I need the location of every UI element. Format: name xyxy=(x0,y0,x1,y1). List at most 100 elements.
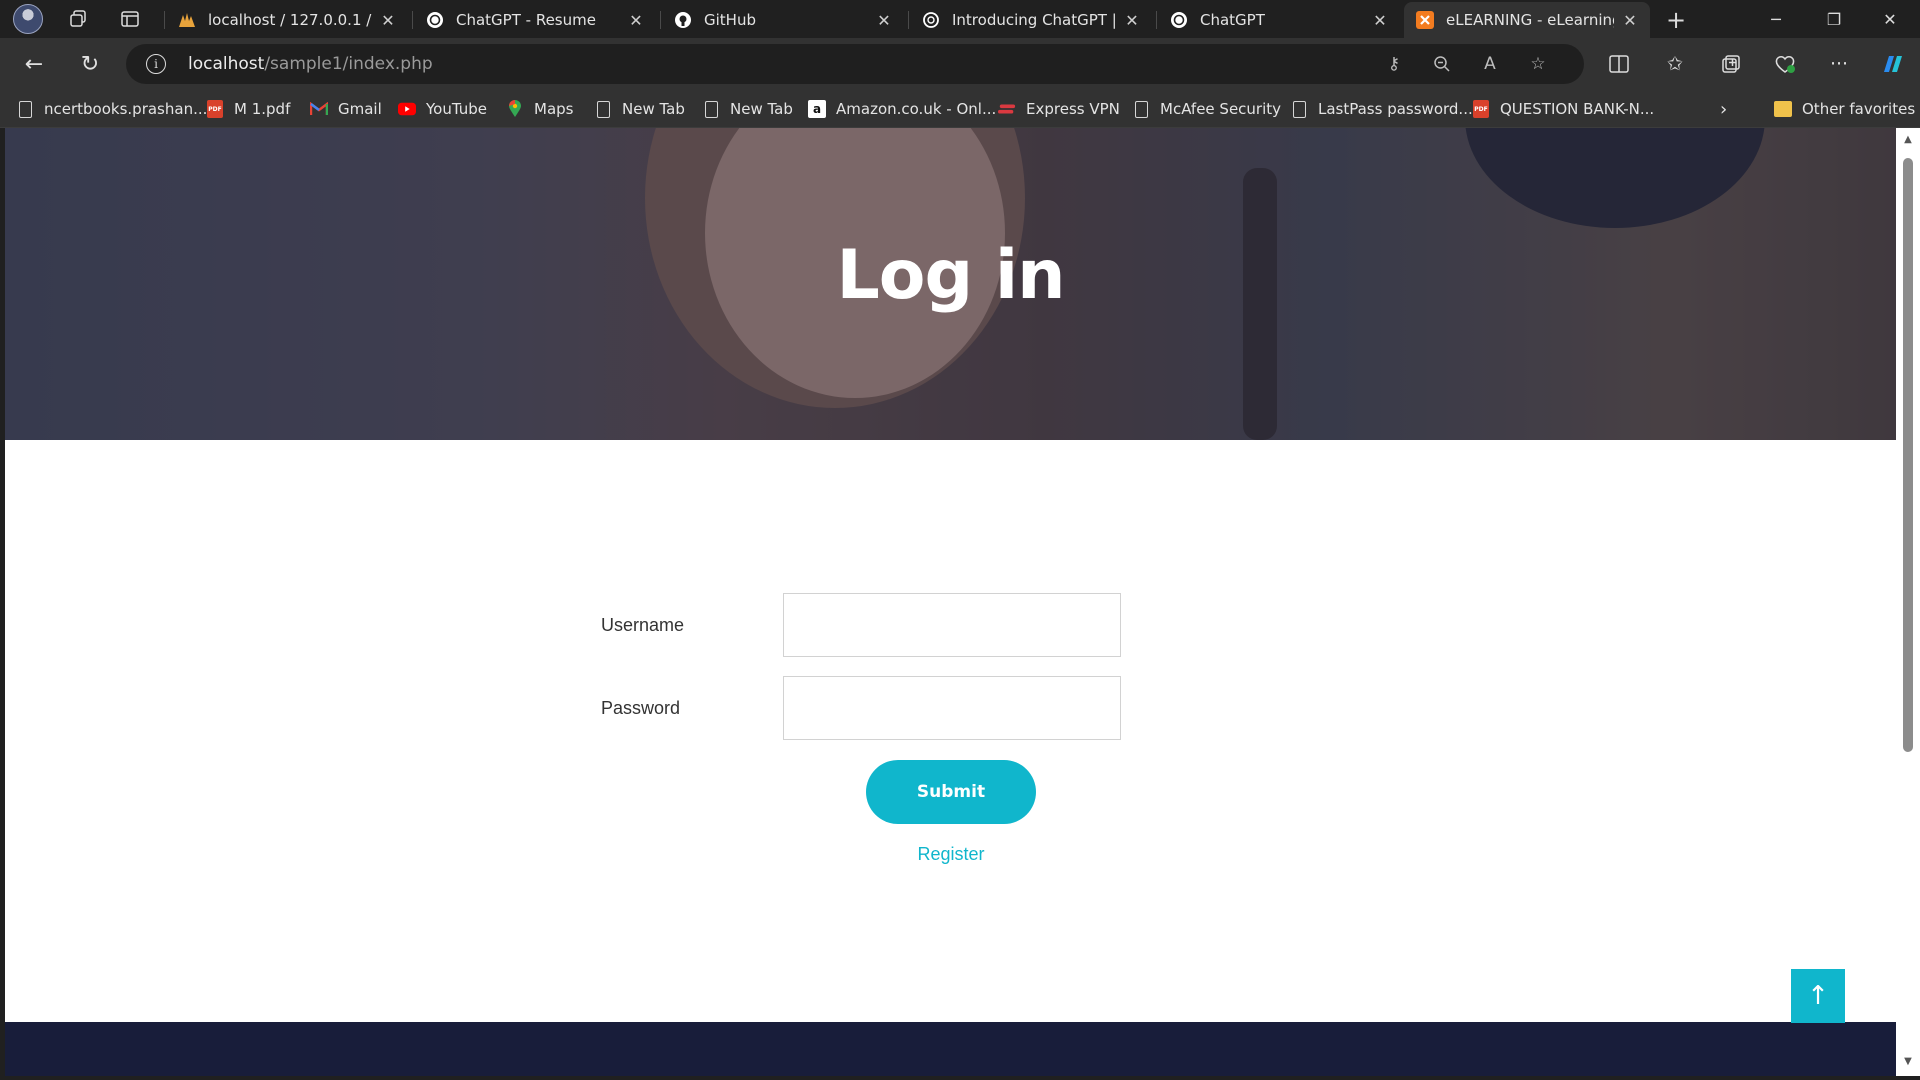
more-menu-icon[interactable]: ··· xyxy=(1822,48,1856,80)
browser-toolbar: ← ↻ i localhost/sample1/index.php ⚷ A ☆ … xyxy=(0,38,1920,90)
phpmyadmin-icon xyxy=(178,11,196,29)
register-link[interactable]: Register xyxy=(866,844,1036,865)
youtube-icon xyxy=(398,100,416,118)
tab-title: localhost / 127.0.0.1 / reg xyxy=(208,11,372,29)
more-favorites-chevron-icon[interactable]: › xyxy=(1720,95,1727,123)
favorite-label: McAfee Security xyxy=(1160,100,1282,118)
tab-separator xyxy=(908,11,909,29)
tab-chatgpt-resume[interactable]: ChatGPT - Resume ✕ xyxy=(414,4,656,36)
scroll-down-arrow-icon[interactable]: ▼ xyxy=(1902,1056,1914,1068)
favorite-label: Maps xyxy=(534,100,574,118)
username-label: Username xyxy=(601,615,685,635)
submit-button[interactable]: Submit xyxy=(866,760,1036,824)
tab-elearning[interactable]: eLEARNING - eLearning H ✕ xyxy=(1404,2,1650,38)
password-input[interactable] xyxy=(783,676,1121,740)
favorite-amazon[interactable]: a Amazon.co.uk - Onl... xyxy=(808,95,996,123)
workspaces-icon[interactable] xyxy=(56,0,100,38)
favorite-new-tab-2[interactable]: New Tab xyxy=(702,95,793,123)
favorite-label: New Tab xyxy=(730,100,793,118)
tab-separator xyxy=(660,11,661,29)
url-path: /sample1/index.php xyxy=(264,54,433,74)
tab-chatgpt[interactable]: ChatGPT ✕ xyxy=(1158,4,1400,36)
expressvpn-icon xyxy=(998,100,1016,118)
favorite-youtube[interactable]: YouTube xyxy=(398,95,487,123)
other-favorites-label: Other favorites xyxy=(1802,100,1916,118)
tab-introducing-chatgpt[interactable]: Introducing ChatGPT | Op ✕ xyxy=(910,4,1152,36)
close-tab-icon[interactable]: ✕ xyxy=(1370,11,1390,30)
page-footer xyxy=(5,1022,1896,1076)
collections-icon[interactable] xyxy=(1714,48,1748,80)
minimize-button[interactable]: ─ xyxy=(1748,0,1804,38)
page-icon xyxy=(594,100,612,118)
profile-avatar[interactable] xyxy=(6,0,50,38)
favorite-gmail[interactable]: Gmail xyxy=(310,95,382,123)
favorite-label: Express VPN xyxy=(1026,100,1120,118)
page-viewport: Log in Username Password Submit Register… xyxy=(5,128,1896,1076)
close-tab-icon[interactable]: ✕ xyxy=(874,11,894,30)
favorites-icon[interactable]: ✩ xyxy=(1658,48,1692,80)
new-tab-button[interactable]: + xyxy=(1660,4,1692,36)
password-key-icon[interactable]: ⚷ xyxy=(1380,50,1408,78)
tab-separator xyxy=(412,11,413,29)
copilot-icon[interactable] xyxy=(1876,48,1910,80)
back-button[interactable]: ← xyxy=(16,46,52,82)
tab-github[interactable]: GitHub ✕ xyxy=(662,4,904,36)
favorite-new-tab-1[interactable]: New Tab xyxy=(594,95,685,123)
page-icon xyxy=(16,100,34,118)
favorite-label: Gmail xyxy=(338,100,382,118)
favorite-label: Amazon.co.uk - Onl... xyxy=(836,100,997,118)
favorite-label: New Tab xyxy=(622,100,685,118)
restore-button[interactable]: ❐ xyxy=(1806,0,1862,38)
favorite-m1-pdf[interactable]: PDF M 1.pdf xyxy=(206,95,290,123)
tab-separator xyxy=(1156,11,1157,29)
tab-title: Introducing ChatGPT | Op xyxy=(952,11,1116,29)
other-favorites[interactable]: Other favorites xyxy=(1774,95,1915,123)
close-tab-icon[interactable]: ✕ xyxy=(378,11,398,30)
tab-separator xyxy=(164,11,165,29)
split-screen-icon[interactable] xyxy=(1602,48,1636,80)
favorite-label: YouTube xyxy=(426,100,487,118)
vertical-tabs-icon[interactable] xyxy=(108,0,152,38)
favorite-lastpass[interactable]: LastPass password... xyxy=(1290,95,1473,123)
pdf-icon: PDF xyxy=(1472,100,1490,118)
refresh-button[interactable]: ↻ xyxy=(72,46,108,82)
tab-title: eLEARNING - eLearning H xyxy=(1446,11,1614,29)
gmail-icon xyxy=(310,100,328,118)
svg-text:a: a xyxy=(813,102,821,116)
close-window-button[interactable]: ✕ xyxy=(1862,0,1918,38)
site-info-icon[interactable]: i xyxy=(146,54,166,74)
hero-banner: Log in xyxy=(5,128,1896,440)
back-to-top-button[interactable]: ↑ xyxy=(1791,969,1845,1023)
favorites-bar: ncertbooks.prashan... PDF M 1.pdf Gmail Y… xyxy=(0,90,1920,128)
maps-icon xyxy=(506,100,524,118)
favorite-ncertbooks[interactable]: ncertbooks.prashan... xyxy=(16,95,207,123)
xampp-icon xyxy=(1416,11,1434,29)
openai-icon xyxy=(922,11,940,29)
zoom-icon[interactable] xyxy=(1428,50,1456,78)
favorite-question-bank[interactable]: PDF QUESTION BANK-N... xyxy=(1472,95,1654,123)
browser-essentials-icon[interactable] xyxy=(1768,48,1802,80)
tab-title: ChatGPT xyxy=(1200,11,1265,29)
favorite-label: LastPass password... xyxy=(1318,100,1473,118)
tab-title: ChatGPT - Resume xyxy=(456,11,596,29)
read-aloud-icon[interactable]: A xyxy=(1476,50,1504,78)
scrollbar-thumb[interactable] xyxy=(1903,158,1913,752)
favorite-mcafee[interactable]: McAfee Security xyxy=(1132,95,1281,123)
address-bar[interactable]: i localhost/sample1/index.php ⚷ A ☆ xyxy=(126,44,1584,84)
favorite-maps[interactable]: Maps xyxy=(506,95,573,123)
tab-phpmyadmin[interactable]: localhost / 127.0.0.1 / reg ✕ xyxy=(166,4,408,36)
username-input[interactable] xyxy=(783,593,1121,657)
close-tab-icon[interactable]: ✕ xyxy=(1620,11,1640,30)
favorite-label: ncertbooks.prashan... xyxy=(44,100,208,118)
folder-icon xyxy=(1774,100,1792,118)
favorite-star-icon[interactable]: ☆ xyxy=(1524,50,1552,78)
scroll-up-arrow-icon[interactable]: ▲ xyxy=(1902,134,1914,146)
favorite-express-vpn[interactable]: Express VPN xyxy=(998,95,1120,123)
page-icon xyxy=(1290,100,1308,118)
url-host: localhost xyxy=(188,54,265,74)
page-scrollbar[interactable]: ▲ ▼ xyxy=(1896,128,1920,1076)
close-tab-icon[interactable]: ✕ xyxy=(1122,11,1142,30)
avatar-icon xyxy=(13,4,43,34)
tab-title: GitHub xyxy=(704,11,756,29)
close-tab-icon[interactable]: ✕ xyxy=(626,11,646,30)
